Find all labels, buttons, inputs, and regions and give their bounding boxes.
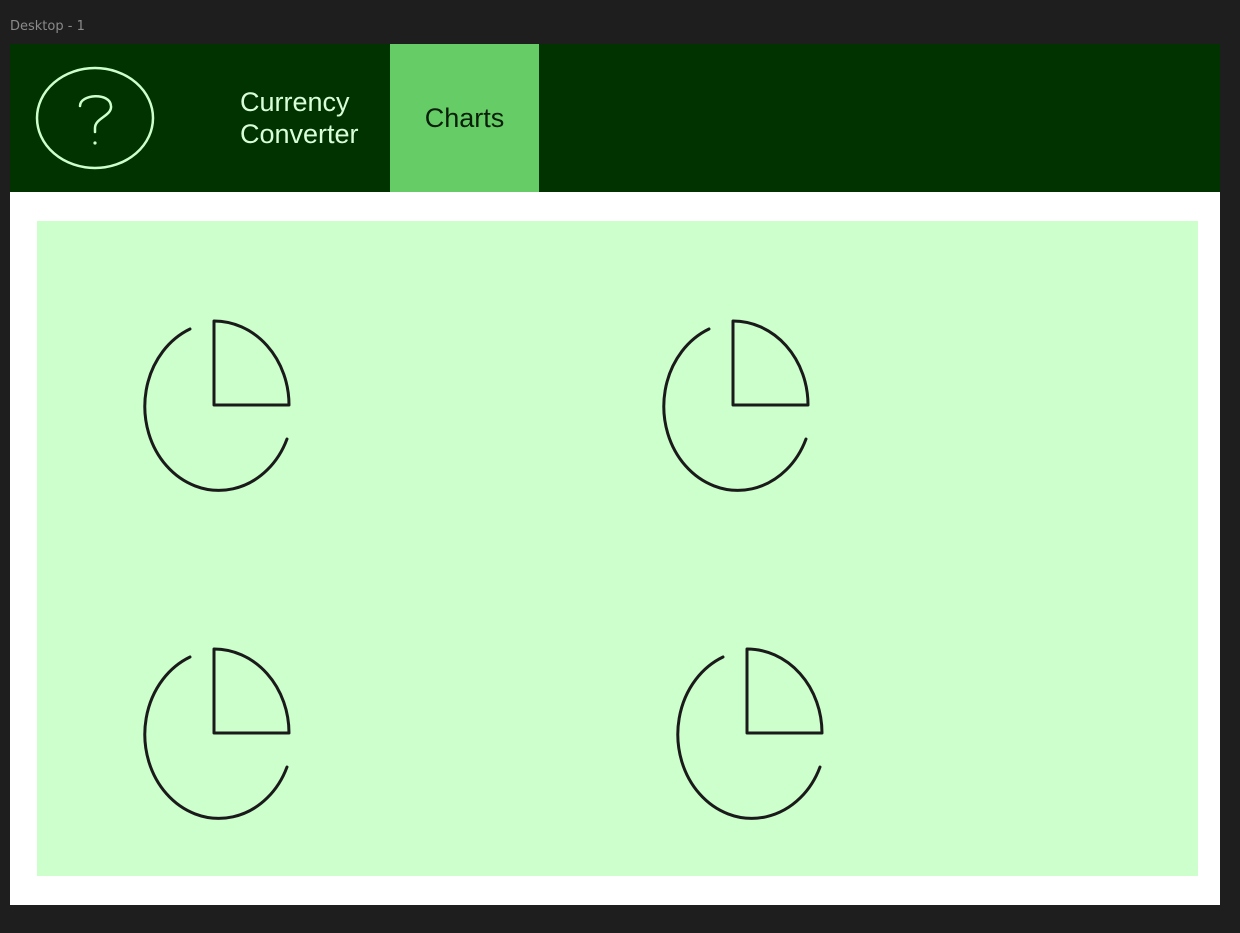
question-circle-icon bbox=[35, 66, 155, 170]
chart-tile-2[interactable] bbox=[656, 319, 816, 499]
pie-chart-icon bbox=[143, 647, 291, 820]
chart-tile-1[interactable] bbox=[137, 319, 297, 499]
pie-chart-icon bbox=[662, 319, 810, 492]
frame-label: Desktop - 1 bbox=[10, 19, 85, 34]
help-button[interactable] bbox=[35, 66, 155, 170]
chart-tile-4[interactable] bbox=[670, 647, 830, 827]
chart-tile-3[interactable] bbox=[137, 647, 297, 827]
desktop-frame: Currency Converter Charts bbox=[10, 44, 1220, 905]
pie-chart-icon bbox=[676, 647, 824, 820]
charts-panel bbox=[37, 221, 1198, 876]
app-header: Currency Converter Charts bbox=[10, 44, 1220, 192]
nav-tab-charts-label: Charts bbox=[424, 102, 505, 133]
nav-tab-currency-converter[interactable]: Currency Converter bbox=[240, 86, 390, 150]
pie-chart-icon bbox=[143, 319, 291, 492]
nav-tab-charts[interactable]: Charts bbox=[390, 44, 539, 192]
